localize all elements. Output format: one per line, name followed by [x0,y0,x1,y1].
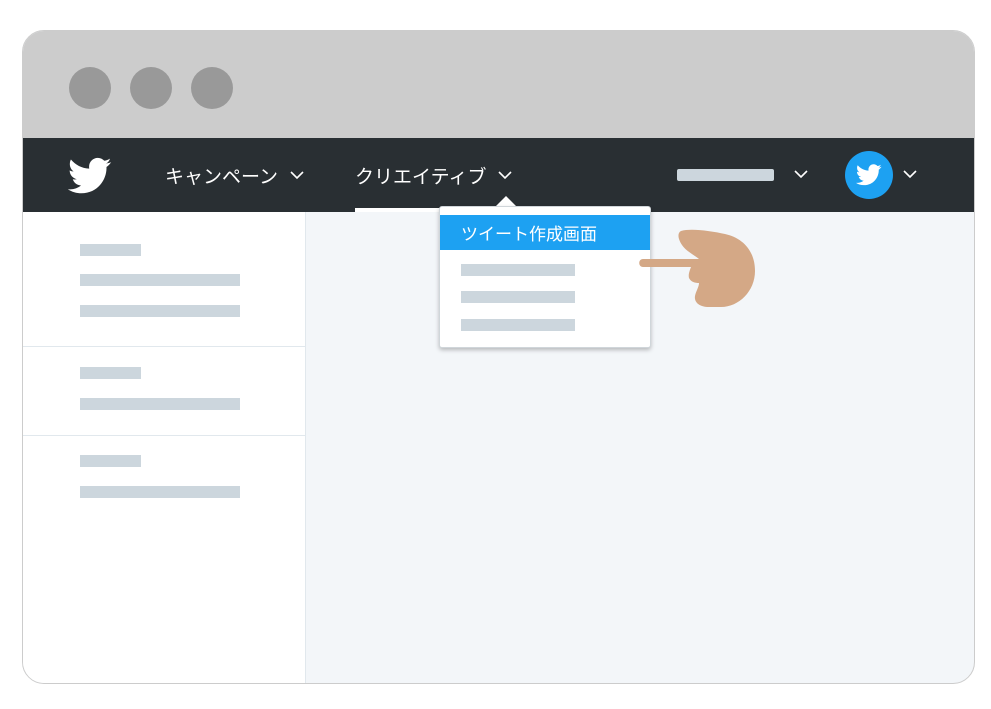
nav-campaigns[interactable]: キャンペーン [165,160,304,190]
menu-item-placeholder[interactable] [461,264,575,276]
window-maximize-dot[interactable] [191,67,233,109]
menu-item-tweet-composer[interactable]: ツイート作成画面 [440,215,650,250]
twitter-bird-icon [856,164,882,186]
pointing-hand-icon [639,229,755,307]
nav-creatives[interactable]: クリエイティブ [355,160,513,190]
chevron-down-icon [498,170,513,179]
chevron-down-icon[interactable] [794,170,808,179]
sidebar-section[interactable] [23,435,305,524]
menu-item-placeholder[interactable] [461,319,575,331]
chevron-down-icon[interactable] [903,170,917,179]
sidebar-heading-placeholder [80,244,141,256]
twitter-bird-icon[interactable] [68,157,112,195]
sidebar [23,212,306,683]
sidebar-heading-placeholder [80,455,141,467]
menu-item-label: ツイート作成画面 [461,225,597,245]
menu-item-placeholder[interactable] [461,291,575,303]
chevron-down-icon [290,170,304,179]
sidebar-section[interactable] [23,212,305,347]
sidebar-section[interactable] [23,346,305,436]
account-name-placeholder[interactable] [677,169,774,181]
avatar[interactable] [845,151,893,199]
sidebar-line-placeholder [80,305,240,317]
sidebar-line-placeholder [80,398,240,410]
window-close-dot[interactable] [69,67,111,109]
sidebar-line-placeholder [80,486,240,498]
browser-window: キャンペーン クリエイティブ ツイート作成画面 [22,30,975,684]
window-minimize-dot[interactable] [130,67,172,109]
sidebar-heading-placeholder [80,367,141,379]
creatives-dropdown-menu: ツイート作成画面 [439,206,651,348]
window-titlebar [23,31,974,138]
sidebar-line-placeholder [80,274,240,286]
nav-campaigns-label: キャンペーン [165,165,279,188]
nav-creatives-label: クリエイティブ [355,165,487,188]
